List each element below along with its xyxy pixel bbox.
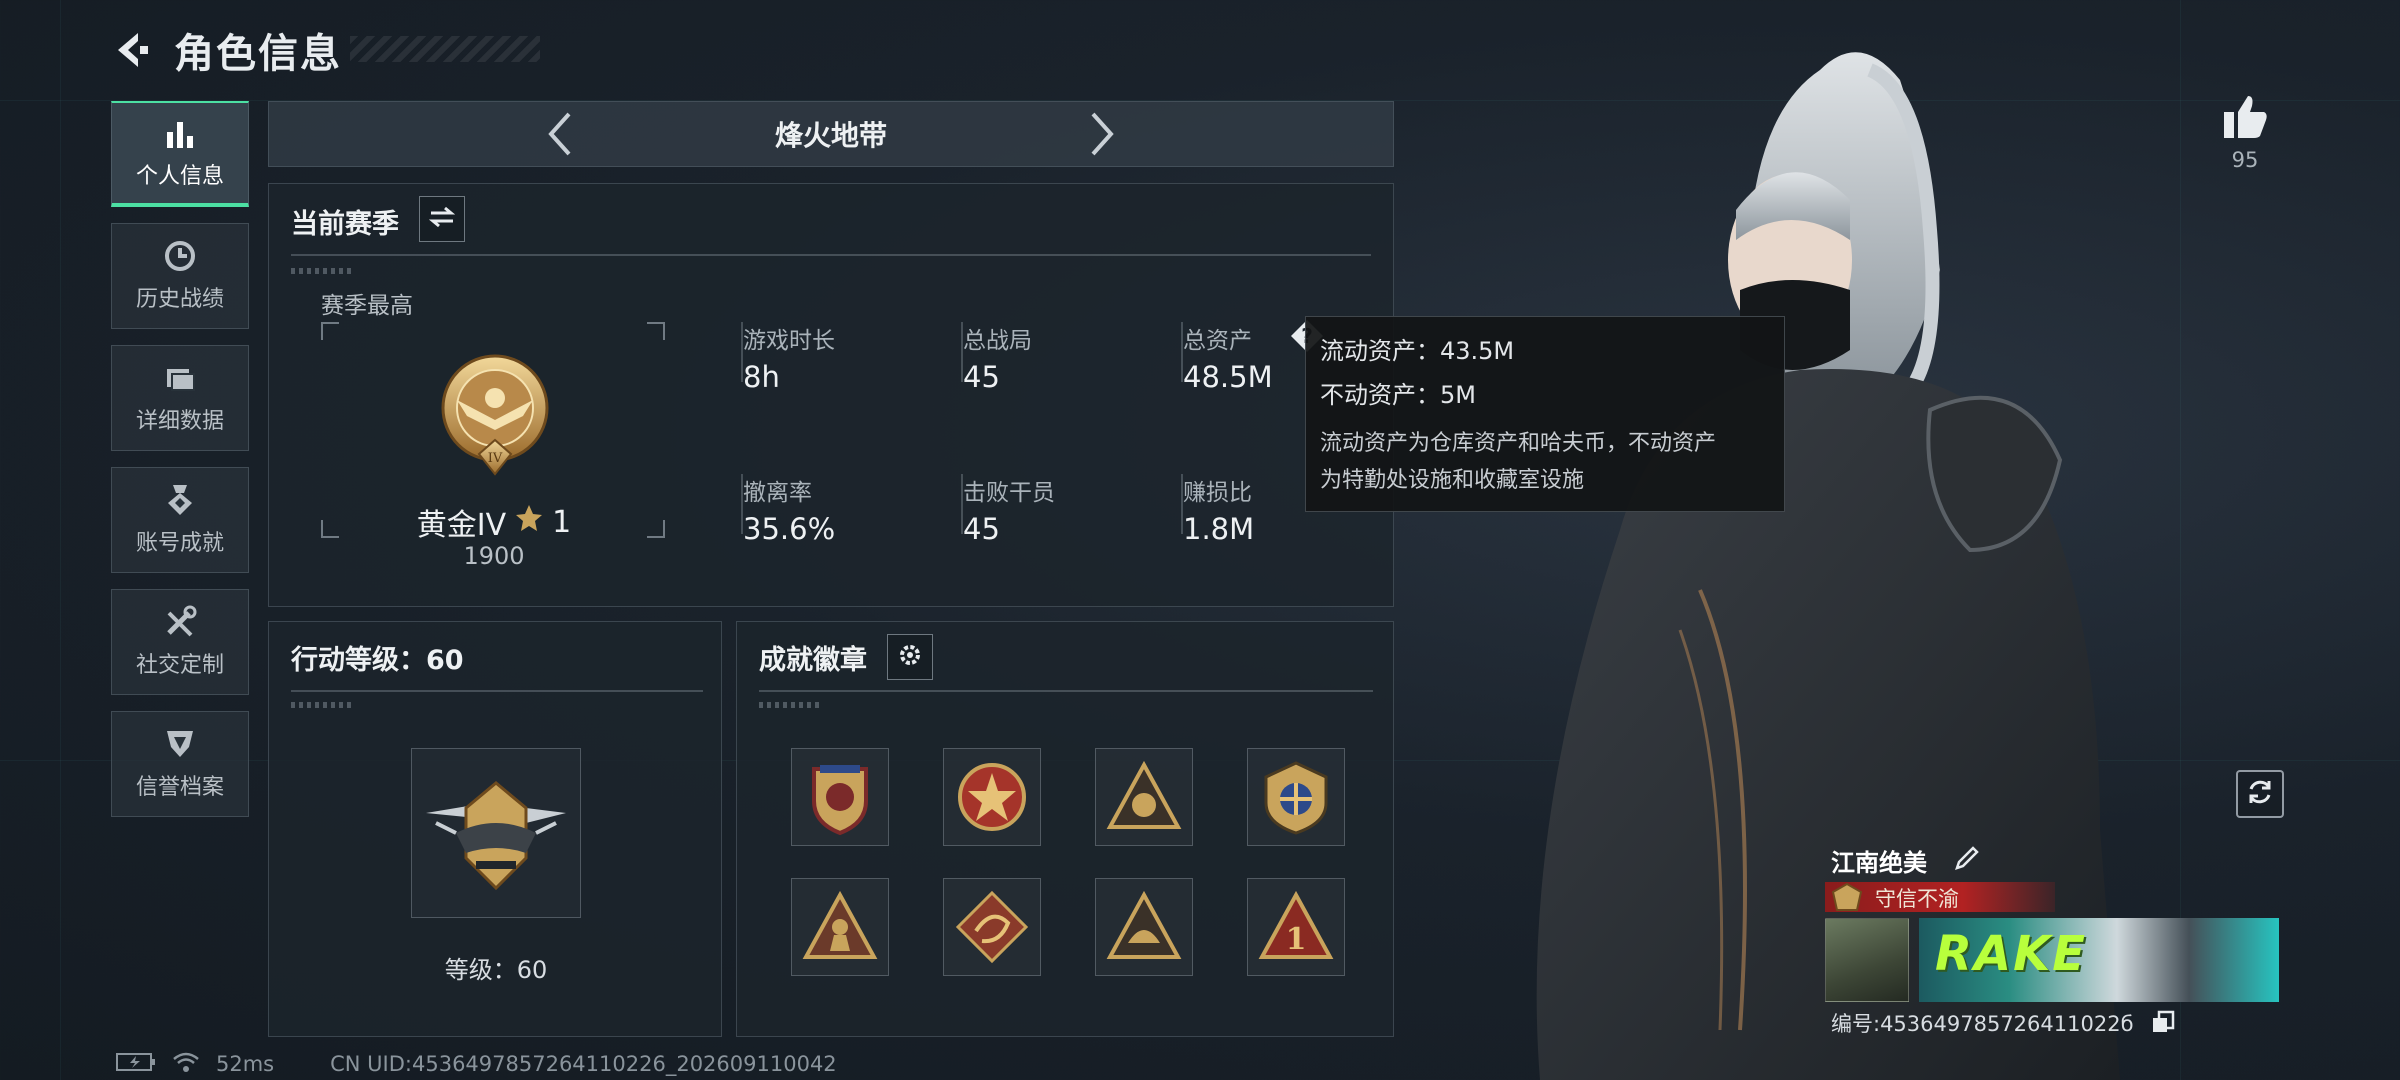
- action-level-panel: 行动等级：60 等级：60: [268, 621, 722, 1037]
- bar-chart-icon: [163, 116, 197, 150]
- achievement-badge[interactable]: [1095, 878, 1193, 976]
- achievement-badge[interactable]: [943, 878, 1041, 976]
- rotate-model-button[interactable]: [2236, 770, 2284, 818]
- action-level-title: 行动等级：60: [291, 645, 464, 676]
- sidebar-item-label: 个人信息: [135, 164, 224, 189]
- like-block[interactable]: 95: [2205, 92, 2285, 172]
- reputation-badge-icon: [1831, 882, 1863, 916]
- stat-label: 击败干员: [963, 480, 1055, 506]
- header: 角色信息: [110, 22, 342, 78]
- page-title: 角色信息: [174, 31, 342, 77]
- stat-value: 8h: [743, 360, 780, 394]
- achievement-title: 成就徽章: [759, 645, 867, 676]
- level-emblem: [411, 748, 581, 918]
- shield-icon: [163, 727, 197, 761]
- back-arrow-icon[interactable]: [110, 29, 152, 71]
- banner-graffiti-text: RAKE: [1935, 926, 2088, 982]
- sidebar-item-social-custom[interactable]: 社交定制: [111, 589, 249, 695]
- clock-icon: [163, 239, 197, 273]
- switch-season-button[interactable]: [419, 196, 465, 242]
- achievement-settings-button[interactable]: [887, 634, 933, 680]
- medal-icon: [163, 483, 197, 517]
- season-title: 当前赛季: [291, 209, 399, 240]
- stat-label: 总战局: [963, 328, 1032, 354]
- copy-icon[interactable]: [2151, 1010, 2175, 1038]
- rank-emblem: IV: [427, 350, 563, 490]
- achievement-badge[interactable]: [791, 748, 889, 846]
- battery-icon: [116, 1052, 156, 1077]
- stat-label: 赚损比: [1183, 480, 1252, 506]
- player-name: 江南绝美: [1831, 849, 1927, 877]
- mode-label: 烽火地带: [774, 119, 887, 152]
- refresh-icon: [2245, 777, 2275, 811]
- tools-icon: [163, 605, 197, 639]
- achievement-badge[interactable]: [1247, 748, 1345, 846]
- achievement-badge[interactable]: [943, 748, 1041, 846]
- level-text: 等级：60: [444, 956, 548, 984]
- name-card-banner[interactable]: RAKE: [1919, 918, 2279, 1002]
- svg-text:1: 1: [1286, 922, 1307, 957]
- assets-tooltip: 流动资产：43.5M 不动资产：5M 流动资产为仓库资产和哈夫币，不动资产 为特…: [1305, 316, 1785, 512]
- achievement-badge[interactable]: [1095, 748, 1193, 846]
- rank-name-row: 黄金IV 1: [321, 500, 667, 544]
- sidebar-item-personal-info[interactable]: 个人信息: [111, 101, 249, 207]
- stat-label: 撤离率: [743, 480, 812, 506]
- stat-value: 48.5M: [1183, 360, 1273, 394]
- like-count: 95: [2231, 148, 2259, 172]
- rank-score: 1900: [463, 542, 525, 570]
- sidebar-item-achievements[interactable]: 账号成就: [111, 467, 249, 573]
- rank-stars: 1: [552, 504, 572, 540]
- star-icon: [514, 503, 544, 541]
- status-bar: 52ms CN UID:4536497857264110226_20260911…: [116, 1052, 837, 1076]
- tooltip-fixed-assets: 不动资产：5M: [1320, 381, 1476, 409]
- tooltip-desc-line2: 为特勤处设施和收藏室设施: [1320, 468, 1585, 493]
- stat-value: 1.8M: [1183, 512, 1255, 546]
- sidebar-item-history[interactable]: 历史战绩: [111, 223, 249, 329]
- wifi-icon: [172, 1051, 200, 1078]
- stat-value: 45: [963, 512, 1000, 546]
- sidebar-item-label: 历史战绩: [135, 287, 224, 312]
- thumbs-up-icon[interactable]: [2220, 96, 2270, 144]
- title-decoration: [350, 36, 540, 62]
- achievement-badge[interactable]: 1: [1247, 878, 1345, 976]
- sidebar-item-reputation[interactable]: 信誉档案: [111, 711, 249, 817]
- sidebar-item-label: 详细数据: [135, 409, 224, 434]
- stat-value: 35.6%: [743, 512, 836, 546]
- tooltip-desc-line1: 流动资产为仓库资产和哈夫币，不动资产: [1320, 431, 1717, 456]
- achievement-panel: 成就徽章 1: [736, 621, 1394, 1037]
- stat-label: 游戏时长: [743, 328, 835, 354]
- player-id: 编号:453649785726411022б: [1831, 1012, 2134, 1036]
- chevron-right-icon[interactable]: [1087, 110, 1117, 158]
- mode-selector: 烽火地带: [268, 101, 1394, 167]
- season-best-label: 赛季最高: [321, 293, 413, 319]
- tooltip-liquid-assets: 流动资产：43.5M: [1320, 337, 1515, 365]
- sidebar-item-detailed-data[interactable]: 详细数据: [111, 345, 249, 451]
- swap-icon: [428, 206, 456, 232]
- rank-name: 黄金IV: [416, 508, 507, 543]
- uid-text: CN UID:4536497857264110226_202609110042: [330, 1052, 837, 1076]
- season-panel: 当前赛季 赛季最高 IV 黄金IV 1 1900 游戏时长 8h 总战局 45 …: [268, 183, 1394, 607]
- sidebar-item-label: 社交定制: [135, 653, 224, 678]
- avatar[interactable]: [1825, 918, 1909, 1002]
- sidebar-item-label: 账号成就: [135, 531, 224, 556]
- achievement-badge[interactable]: [791, 878, 889, 976]
- folder-icon: [163, 361, 197, 395]
- profile-card: 江南绝美 守信不渝 RAKE 编号:453649785726411022б: [1735, 838, 2295, 1038]
- tooltip-description: 流动资产为仓库资产和哈夫币，不动资产 为特勤处设施和收藏室设施: [1320, 425, 1770, 499]
- stat-label: 总资产: [1183, 328, 1252, 354]
- edit-icon[interactable]: [1953, 844, 1981, 876]
- gear-icon: [897, 642, 923, 672]
- sidebar: 个人信息 历史战绩 详细数据 账号成就 社交定制 信誉档案: [111, 101, 249, 833]
- stat-value: 45: [963, 360, 1000, 394]
- svg-text:IV: IV: [488, 451, 503, 466]
- player-motto: 守信不渝: [1875, 887, 1959, 911]
- sidebar-item-label: 信誉档案: [135, 775, 224, 800]
- ping-text: 52ms: [216, 1052, 275, 1076]
- chevron-left-icon[interactable]: [545, 110, 575, 158]
